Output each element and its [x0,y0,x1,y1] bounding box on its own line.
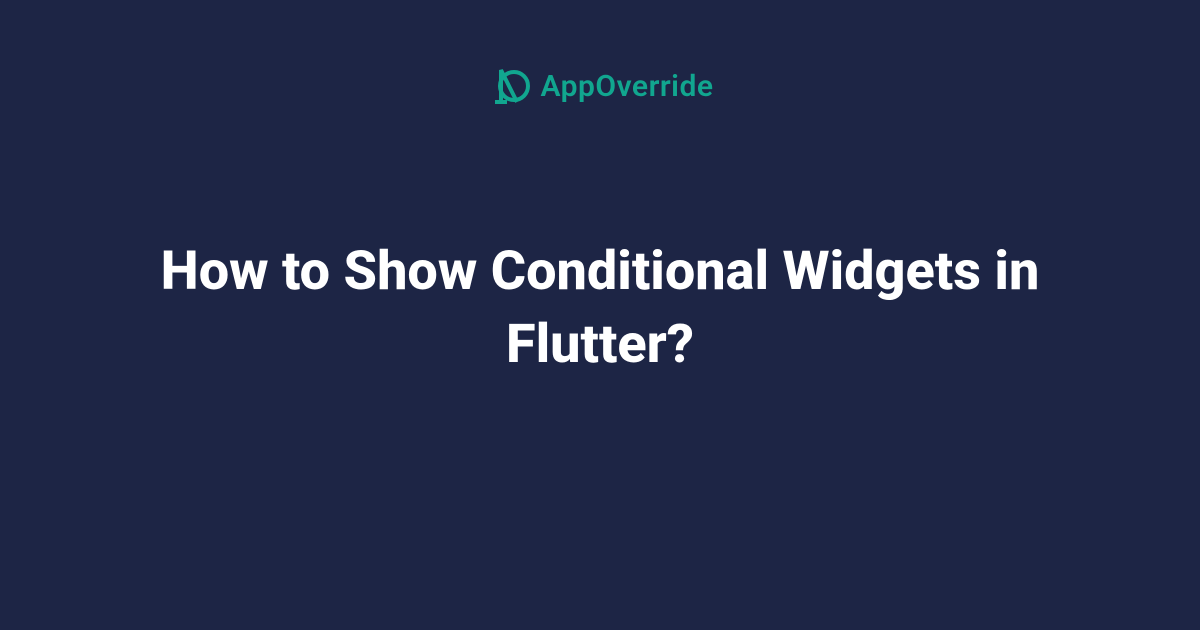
logo-icon [487,64,531,108]
brand-name: AppOverride [541,69,714,104]
headline: How to Show Conditional Widgets in Flutt… [150,236,1050,382]
brand-logo: AppOverride [487,64,714,108]
